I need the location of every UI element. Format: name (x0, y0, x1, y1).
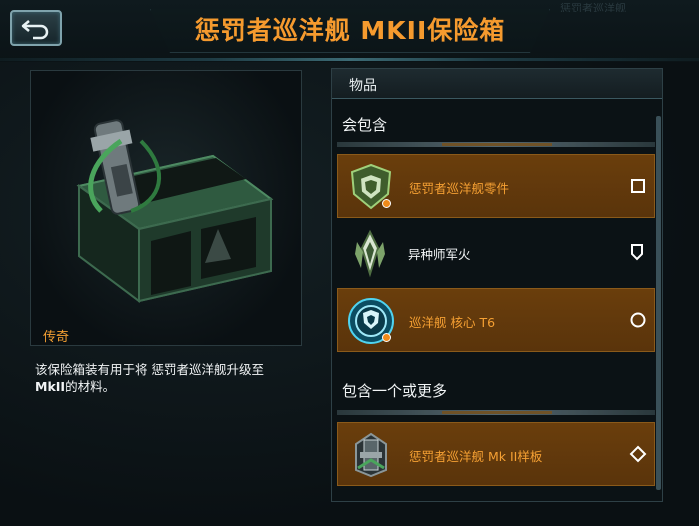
section-divider (337, 142, 655, 147)
rarity-label: 传奇 (43, 330, 70, 345)
xeno-munitions-icon (355, 229, 385, 278)
section-title-guaranteed: 会包含 (342, 116, 388, 134)
header: 惩罚者巡洋舰 惩罚者巡洋舰 MKII保险箱 (0, 0, 699, 62)
list-item-punisher-blueprint[interactable]: 惩罚者巡洋舰 Mk II样板 (337, 422, 655, 486)
header-decoration: 惩罚者巡洋舰 (560, 2, 626, 12)
status-dot (382, 333, 391, 342)
back-arrow-icon (21, 20, 49, 40)
square-icon (631, 179, 645, 193)
list-item-cruiser-core-t6[interactable]: 巡洋舰 核心 T6 (337, 288, 655, 352)
section-divider (337, 410, 655, 415)
back-button[interactable] (10, 10, 62, 46)
page-title-text: 惩罚者巡洋舰 MKII保险箱 (194, 16, 506, 45)
diamond-icon (629, 445, 647, 463)
description-text-1: 该保险箱装有用于将 惩罚者巡洋舰升级至 (35, 362, 264, 377)
scrollbar[interactable] (656, 116, 661, 490)
item-label: 异种师军火 (408, 247, 471, 262)
status-dot (382, 199, 391, 208)
blueprint-ship-icon (355, 432, 387, 478)
item-label: 巡洋舰 核心 T6 (409, 315, 496, 330)
circle-icon (630, 312, 646, 328)
header-divider (0, 58, 699, 61)
pentagon-icon (631, 244, 643, 261)
item-description: 该保险箱装有用于将 惩罚者巡洋舰升级至 MkII的材料。 (35, 361, 275, 395)
item-label: 惩罚者巡洋舰 Mk II样板 (409, 449, 543, 464)
crate-image (76, 119, 274, 303)
item-preview-frame (30, 70, 302, 346)
description-text-2: 的材料。 (65, 379, 116, 394)
list-item-punisher-parts[interactable]: 惩罚者巡洋舰零件 (337, 154, 655, 218)
contents-panel-title: 物品 (349, 78, 377, 94)
item-label: 惩罚者巡洋舰零件 (409, 181, 510, 196)
page-title: 惩罚者巡洋舰 MKII保险箱 (150, 9, 550, 53)
section-title-one-or-more: 包含一个或更多 (342, 382, 448, 400)
description-bold: MkII (35, 379, 66, 394)
contents-panel-header: 物品 (332, 69, 662, 99)
list-item-xeno-munitions[interactable]: 异种师军火 (337, 221, 655, 285)
